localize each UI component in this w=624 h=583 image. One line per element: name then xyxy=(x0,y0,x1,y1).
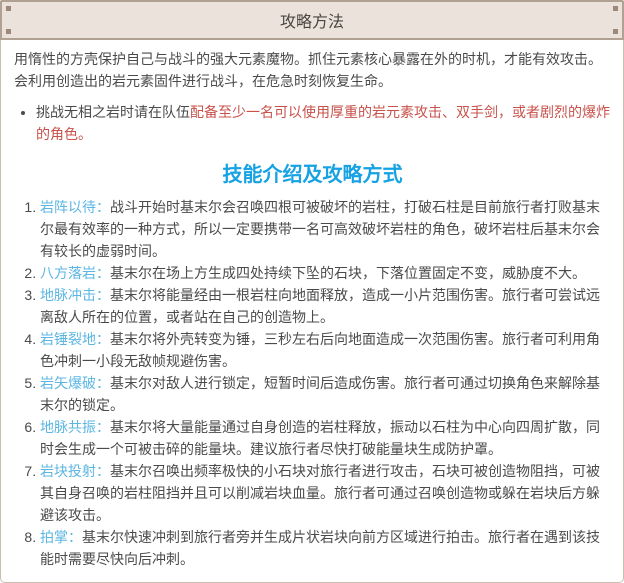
corner-rivet-icon xyxy=(613,6,618,11)
strategy-guide-panel: 攻略方法 用惰性的方壳保护自己与战斗的强大元素魔物。抓住元素核心暴露在外的时机，… xyxy=(0,0,624,583)
section-heading: 技能介绍及攻略方式 xyxy=(14,158,611,187)
skill-name-link[interactable]: 八方落岩： xyxy=(40,265,110,281)
skill-name-link[interactable]: 岩阵以待： xyxy=(40,199,110,215)
skill-item: 拍掌：基末尔快速冲刺到旅行者旁并生成片状岩块向前方区域进行拍击。旅行者在遇到该技… xyxy=(40,526,611,570)
skill-name-link[interactable]: 地脉共振： xyxy=(40,419,110,435)
panel-header: 攻略方法 xyxy=(0,0,624,40)
skill-item: 岩锤裂地：基末尔将外壳转变为锤，三秒左右后向地面造成一次范围伤害。旅行者可利用角… xyxy=(40,328,611,372)
corner-rivet-icon xyxy=(613,29,618,34)
skill-description: 基末尔将能量经由一根岩柱向地面释放，造成一小片范围伤害。旅行者可尝试远离敌人所在… xyxy=(40,287,600,325)
skill-description: 基末尔对敌人进行锁定，短暂时间后造成伤害。旅行者可通过切换角色来解除基末尔的锁定… xyxy=(40,375,600,413)
skill-item: 八方落岩：基末尔在场上方生成四处持续下坠的石块，下落位置固定不变，威胁度不大。 xyxy=(40,262,611,284)
panel-title: 攻略方法 xyxy=(280,8,344,32)
skill-description: 基末尔快速冲刺到旅行者旁并生成片状岩块向前方区域进行拍击。旅行者在遇到该技能时需… xyxy=(40,529,600,567)
skill-description: 基末尔在场上方生成四处持续下坠的石块，下落位置固定不变，威胁度不大。 xyxy=(110,265,586,281)
skill-name-link[interactable]: 岩锤裂地： xyxy=(40,331,110,347)
corner-rivet-icon xyxy=(6,29,11,34)
skill-description: 基末尔召唤出频率极快的小石块对旅行者进行攻击，石块可被创造物阻挡，可被其自身召唤… xyxy=(40,463,600,523)
tip-item: 挑战无相之岩时请在队伍配备至少一名可以使用厚重的岩元素攻击、双手剑，或者剧烈的爆… xyxy=(36,101,611,145)
skill-description: 基末尔将外壳转变为锤，三秒左右后向地面造成一次范围伤害。旅行者可利用角色冲刺一小… xyxy=(40,331,600,369)
corner-rivet-icon xyxy=(6,6,11,11)
skill-name-link[interactable]: 地脉冲击： xyxy=(40,287,110,303)
intro-paragraph: 用惰性的方壳保护自己与战斗的强大元素魔物。抓住元素核心暴露在外的时机，才能有效攻… xyxy=(14,48,611,92)
tips-list: 挑战无相之岩时请在队伍配备至少一名可以使用厚重的岩元素攻击、双手剑，或者剧烈的爆… xyxy=(14,101,611,145)
skill-item: 岩块投射：基末尔召唤出频率极快的小石块对旅行者进行攻击，石块可被创造物阻挡，可被… xyxy=(40,460,611,526)
skill-item: 岩矢爆破：基末尔对敌人进行锁定，短暂时间后造成伤害。旅行者可通过切换角色来解除基… xyxy=(40,372,611,416)
skill-item: 地脉冲击：基末尔将能量经由一根岩柱向地面释放，造成一小片范围伤害。旅行者可尝试远… xyxy=(40,284,611,328)
tip-text: 挑战无相之岩时请在队伍 xyxy=(36,104,190,120)
skill-description: 战斗开始时基末尔会召唤四根可被破坏的岩柱，打破石柱是目前旅行者打败基末尔最有效率… xyxy=(40,199,600,259)
skill-item: 岩阵以待：战斗开始时基末尔会召唤四根可被破坏的岩柱，打破石柱是目前旅行者打败基末… xyxy=(40,196,611,262)
skill-description: 基末尔将大量能量通过自身创造的岩柱释放，振动以石柱为中心向四周扩散，同时会生成一… xyxy=(40,419,600,457)
skills-list: 岩阵以待：战斗开始时基末尔会召唤四根可被破坏的岩柱，打破石柱是目前旅行者打败基末… xyxy=(14,196,611,570)
skill-name-link[interactable]: 岩块投射： xyxy=(40,463,110,479)
skill-name-link[interactable]: 岩矢爆破： xyxy=(40,375,110,391)
skill-item: 地脉共振：基末尔将大量能量通过自身创造的岩柱释放，振动以石柱为中心向四周扩散，同… xyxy=(40,416,611,460)
panel-body: 用惰性的方壳保护自己与战斗的强大元素魔物。抓住元素核心暴露在外的时机，才能有效攻… xyxy=(0,40,624,583)
skill-name-link[interactable]: 拍掌： xyxy=(40,529,82,545)
